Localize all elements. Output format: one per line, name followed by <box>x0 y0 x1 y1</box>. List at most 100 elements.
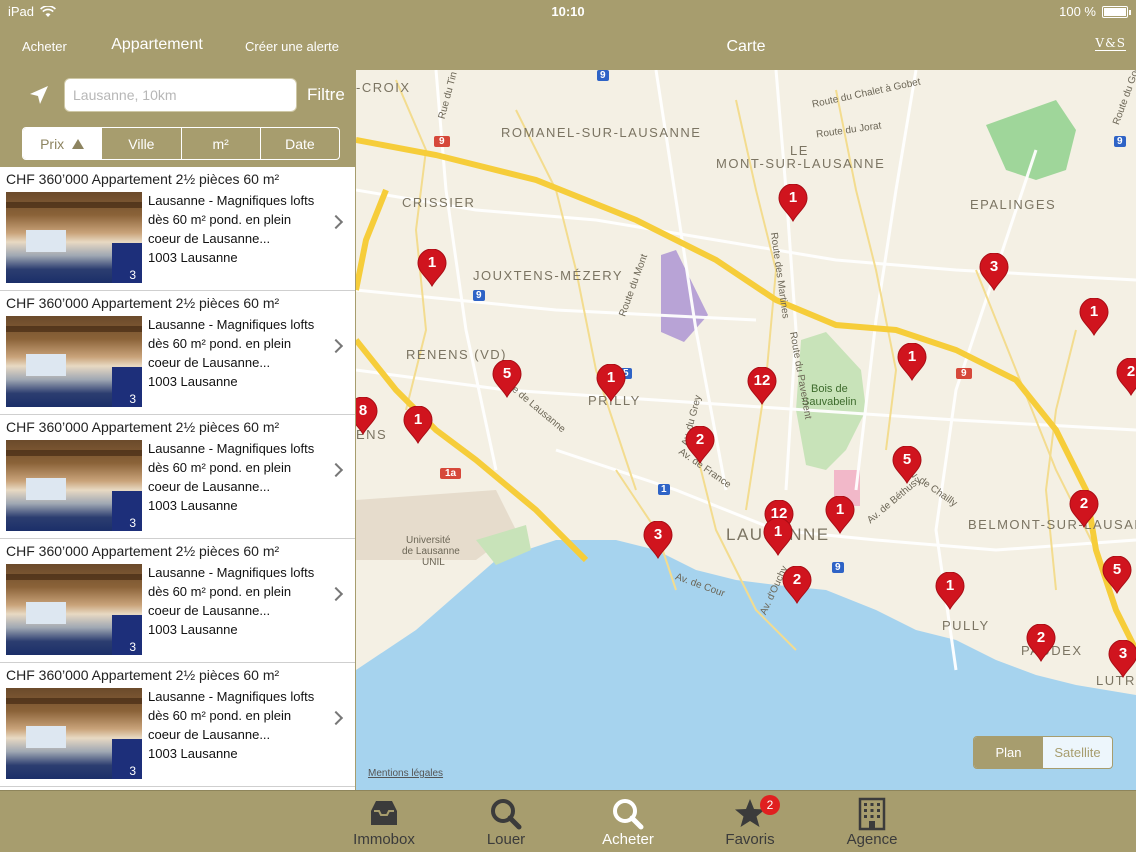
listing-description: Lausanne - Magnifiques lofts dès 60 m² p… <box>148 191 328 267</box>
map-title: Carte <box>726 38 766 55</box>
road-badge: 9 <box>832 562 844 573</box>
tab-label: Agence <box>846 831 898 848</box>
map-pin[interactable]: 1 <box>403 406 433 444</box>
place-label: PULLY <box>942 618 990 633</box>
sort-date[interactable]: Date <box>259 128 339 159</box>
listing-location: 1003 Lausanne <box>148 622 238 637</box>
map-view[interactable]: 9 9 9 9 1a 1 9 5 9 -CROIX ROMANEL-SUR-LA… <box>356 70 1136 790</box>
listing-price: CHF 360’000 Appartement 2½ pièces 60 m² <box>6 419 280 435</box>
pin-count: 12 <box>753 372 771 389</box>
filter-button[interactable]: Filtre <box>307 85 345 105</box>
sort-price[interactable]: Prix <box>23 128 102 159</box>
pin-count: 1 <box>945 577 955 594</box>
map-pin[interactable]: 8 <box>356 397 378 435</box>
pin-count: 3 <box>989 258 999 275</box>
pin-count: 5 <box>502 365 512 382</box>
place-label: MONT-SUR-LAUSANNE <box>716 156 886 171</box>
listing-photo: 3 <box>6 316 142 407</box>
sort-ascending-icon <box>72 138 85 149</box>
tab-agence[interactable]: Agence <box>822 797 922 851</box>
listing-photo: 3 <box>6 688 142 779</box>
listing-desc-line: coeur de Lausanne... <box>148 727 271 742</box>
map-navbar: Carte V&S <box>356 24 1136 70</box>
listing-desc-line: coeur de Lausanne... <box>148 603 271 618</box>
chevron-right-icon <box>328 462 344 478</box>
map-pin[interactable]: 2 <box>782 566 812 604</box>
tab-acheter[interactable]: Acheter <box>578 797 678 851</box>
map-pin[interactable]: 2 <box>1116 358 1136 396</box>
map-type-satellite[interactable]: Satellite <box>1043 737 1112 768</box>
photo-count: 3 <box>129 392 136 406</box>
battery-percent: 100 % <box>1059 4 1096 19</box>
listing-location: 1003 Lausanne <box>148 250 238 265</box>
map-pin[interactable]: 2 <box>1026 624 1056 662</box>
list-item[interactable]: CHF 360’000 Appartement 2½ pièces 60 m² … <box>0 291 355 415</box>
pin-count: 2 <box>1126 363 1136 380</box>
listing-location: 1003 Lausanne <box>148 746 238 761</box>
park-label: Bois de <box>811 383 848 395</box>
listing-photo: 3 <box>6 440 142 531</box>
legal-mentions-link[interactable]: Mentions légales <box>368 768 443 779</box>
listing-desc-line: Lausanne - Magnifiques lofts <box>148 441 315 456</box>
map-pin[interactable]: 1 <box>778 184 808 222</box>
photo-count: 3 <box>129 764 136 778</box>
list-item[interactable]: CHF 360’000 Appartement 2½ pièces 60 m² … <box>0 539 355 663</box>
listing-price: CHF 360’000 Appartement 2½ pièces 60 m² <box>6 171 280 187</box>
location-arrow-icon[interactable] <box>28 84 50 106</box>
poi-label: UNIL <box>422 557 445 568</box>
battery-icon <box>1102 5 1131 18</box>
photo-count: 3 <box>129 268 136 282</box>
listing-description: Lausanne - Magnifiques lofts dès 60 m² p… <box>148 563 328 639</box>
tab-louer[interactable]: Louer <box>456 797 556 851</box>
listing-desc-line: dès 60 m² pond. en plein <box>148 336 292 351</box>
map-pin[interactable]: 1 <box>417 249 447 287</box>
map-pin[interactable]: 1 <box>935 572 965 610</box>
list-item[interactable]: CHF 360’000 Appartement 2½ pièces 60 m² … <box>0 415 355 539</box>
map-pin[interactable]: 3 <box>643 521 673 559</box>
map-pin[interactable]: 1 <box>596 364 626 402</box>
road-badge: 1 <box>658 484 670 495</box>
poi-label: de Lausanne <box>402 546 460 557</box>
listing-description: Lausanne - Magnifiques lofts dès 60 m² p… <box>148 439 328 515</box>
listing-panel: Acheter Appartement Créer une alerte Fil… <box>0 0 355 790</box>
listing-desc-line: Lausanne - Magnifiques lofts <box>148 317 315 332</box>
place-label: ROMANEL-SUR-LAUSANNE <box>501 125 702 140</box>
listing-desc-line: coeur de Lausanne... <box>148 231 271 246</box>
map-pin[interactable]: 12 <box>747 367 777 405</box>
map-pin[interactable]: 1 <box>1079 298 1109 336</box>
map-pin[interactable]: 2 <box>685 426 715 464</box>
create-alert-button[interactable]: Créer une alerte <box>245 39 339 54</box>
tab-immobox[interactable]: Immobox <box>334 797 434 851</box>
sort-area[interactable]: m² <box>180 128 260 159</box>
map-pin[interactable]: 1 <box>763 518 793 556</box>
photo-count: 3 <box>129 640 136 654</box>
place-label: CRISSIER <box>402 195 476 210</box>
listing-desc-line: coeur de Lausanne... <box>148 355 271 370</box>
road-badge: 9 <box>1114 136 1126 147</box>
map-type-plan[interactable]: Plan <box>974 737 1043 768</box>
listing-description: Lausanne - Magnifiques lofts dès 60 m² p… <box>148 315 328 391</box>
photo-count: 3 <box>129 516 136 530</box>
list-item[interactable]: CHF 360’000 Appartement 2½ pièces 60 m² … <box>0 663 355 787</box>
sort-segmented-control: Prix Ville m² Date <box>22 127 340 160</box>
search-input[interactable] <box>64 78 297 112</box>
map-pin[interactable]: 5 <box>892 446 922 484</box>
road-badge: 1a <box>440 468 462 479</box>
map-pin[interactable]: 5 <box>492 360 522 398</box>
list-item[interactable]: CHF 360’000 Appartement 2½ pièces 60 m² … <box>0 167 355 291</box>
sort-city[interactable]: Ville <box>101 128 180 159</box>
tab-favoris[interactable]: 2 Favoris <box>700 795 800 851</box>
map-pin[interactable]: 2 <box>1069 490 1099 528</box>
pin-count: 2 <box>1036 629 1046 646</box>
search-icon <box>613 799 644 830</box>
map-pin[interactable]: 3 <box>979 253 1009 291</box>
pin-count: 5 <box>902 451 912 468</box>
map-pin[interactable]: 5 <box>1102 556 1132 594</box>
pin-count: 3 <box>653 526 663 543</box>
map-pin[interactable]: 3 <box>1108 640 1136 678</box>
pin-count: 1 <box>788 189 798 206</box>
list-navbar: Acheter Appartement Créer une alerte <box>0 24 355 70</box>
map-pin[interactable]: 1 <box>825 496 855 534</box>
pin-count: 1 <box>907 348 917 365</box>
map-pin[interactable]: 1 <box>897 343 927 381</box>
